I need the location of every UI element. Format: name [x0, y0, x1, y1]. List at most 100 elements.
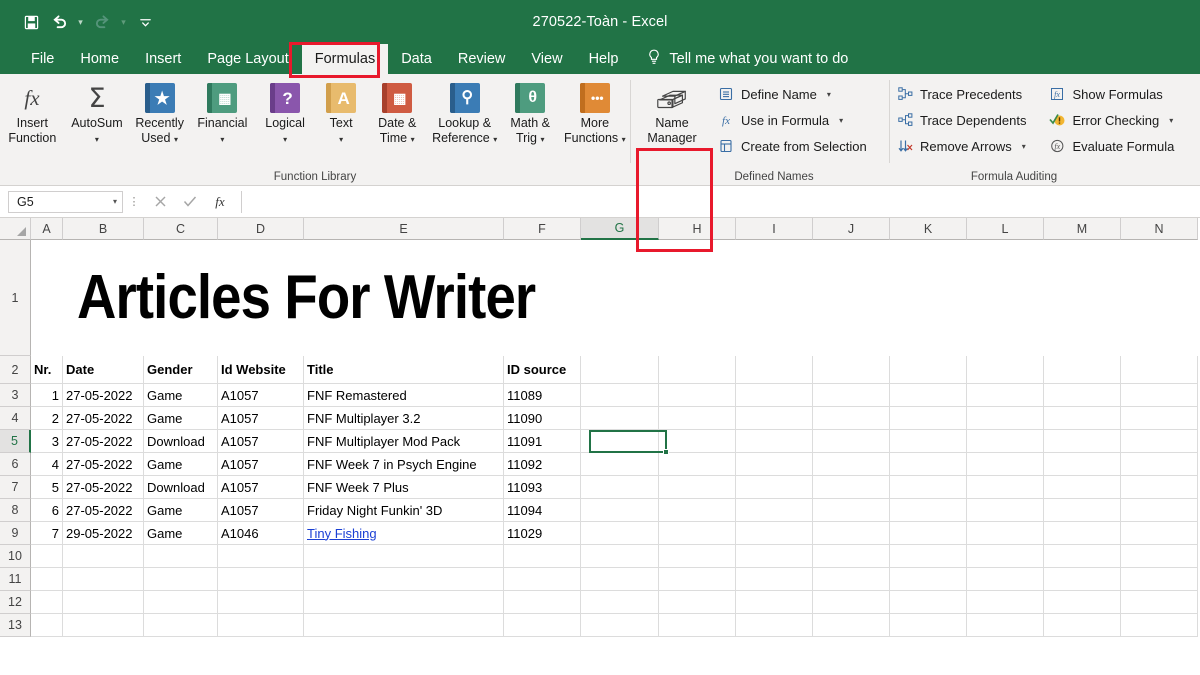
column-header-h[interactable]: H — [659, 218, 736, 240]
cell-h3[interactable] — [659, 384, 736, 407]
formula-bar-grip[interactable]: ⋮ — [123, 195, 145, 208]
column-header-j[interactable]: J — [813, 218, 890, 240]
cell-a4[interactable]: 2 — [31, 407, 63, 430]
cell-l13[interactable] — [967, 614, 1044, 637]
cell-a13[interactable] — [31, 614, 63, 637]
text-caret-icon[interactable]: ▾ — [339, 135, 343, 144]
cell-d7[interactable]: A1057 — [218, 476, 304, 499]
date-time-caret-icon[interactable]: ▾ — [411, 135, 415, 144]
cell-j4[interactable] — [813, 407, 890, 430]
column-header-d[interactable]: D — [218, 218, 304, 240]
cell-m13[interactable] — [1044, 614, 1121, 637]
column-header-e[interactable]: E — [304, 218, 504, 240]
cell-c3[interactable]: Game — [144, 384, 218, 407]
cell-l4[interactable] — [967, 407, 1044, 430]
cell-l2[interactable] — [967, 356, 1044, 384]
name-box[interactable]: G5 ▾ — [8, 190, 123, 213]
cell-f9[interactable]: 11029 — [504, 522, 581, 545]
cell-m6[interactable] — [1044, 453, 1121, 476]
cell-j13[interactable] — [813, 614, 890, 637]
use-in-formula-caret-icon[interactable]: ▾ — [839, 116, 843, 125]
cell-c6[interactable]: Game — [144, 453, 218, 476]
cell-b11[interactable] — [63, 568, 144, 591]
row-header-7[interactable]: 7 — [0, 476, 31, 499]
cell-k7[interactable] — [890, 476, 967, 499]
cell-k4[interactable] — [890, 407, 967, 430]
cell-e9[interactable]: Tiny Fishing — [304, 522, 504, 545]
cell-a3[interactable]: 1 — [31, 384, 63, 407]
date-time-button[interactable]: ▦ Date & Time ▾ — [366, 79, 429, 147]
recently-used-caret-icon[interactable]: ▾ — [174, 135, 178, 144]
cell-l6[interactable] — [967, 453, 1044, 476]
cell-l11[interactable] — [967, 568, 1044, 591]
formula-input[interactable] — [241, 190, 1200, 213]
cell-e13[interactable] — [304, 614, 504, 637]
cell-h13[interactable] — [659, 614, 736, 637]
cell-m12[interactable] — [1044, 591, 1121, 614]
cell-e10[interactable] — [304, 545, 504, 568]
cell-k5[interactable] — [890, 430, 967, 453]
trace-dependents-item[interactable]: Trace Dependents — [896, 107, 1030, 133]
cell-n12[interactable] — [1121, 591, 1198, 614]
select-all-corner[interactable] — [0, 218, 31, 240]
cell-j3[interactable] — [813, 384, 890, 407]
cell-h11[interactable] — [659, 568, 736, 591]
cell-c8[interactable]: Game — [144, 499, 218, 522]
use-in-formula-item[interactable]: fx Use in Formula ▾ — [717, 107, 871, 133]
cell-j2[interactable] — [813, 356, 890, 384]
column-header-b[interactable]: B — [63, 218, 144, 240]
cell-b7[interactable]: 27-05-2022 — [63, 476, 144, 499]
cell-b6[interactable]: 27-05-2022 — [63, 453, 144, 476]
tell-me-search[interactable]: Tell me what you want to do — [631, 44, 858, 74]
define-name-item[interactable]: Define Name ▾ — [717, 81, 871, 107]
cell-m8[interactable] — [1044, 499, 1121, 522]
cell-m3[interactable] — [1044, 384, 1121, 407]
row-header-10[interactable]: 10 — [0, 545, 31, 568]
cell-c7[interactable]: Download — [144, 476, 218, 499]
logical-caret-icon[interactable]: ▾ — [283, 135, 287, 144]
cell-h4[interactable] — [659, 407, 736, 430]
more-functions-button[interactable]: ••• More Functions ▾ — [560, 79, 630, 147]
row-header-6[interactable]: 6 — [0, 453, 31, 476]
cell-j12[interactable] — [813, 591, 890, 614]
cell-i4[interactable] — [736, 407, 813, 430]
more-functions-caret-icon[interactable]: ▾ — [622, 135, 626, 144]
cell-d6[interactable]: A1057 — [218, 453, 304, 476]
row-header-2[interactable]: 2 — [0, 356, 31, 384]
column-header-n[interactable]: N — [1121, 218, 1198, 240]
row-header-13[interactable]: 13 — [0, 614, 31, 637]
cell-a12[interactable] — [31, 591, 63, 614]
financial-button[interactable]: ▦ Financial ▾ — [191, 79, 254, 147]
cell-d11[interactable] — [218, 568, 304, 591]
row-header-9[interactable]: 9 — [0, 522, 31, 545]
cell-a5[interactable]: 3 — [31, 430, 63, 453]
create-from-selection-item[interactable]: Create from Selection — [717, 133, 871, 159]
cell-f12[interactable] — [504, 591, 581, 614]
tab-page-layout[interactable]: Page Layout — [194, 44, 301, 74]
row-header-8[interactable]: 8 — [0, 499, 31, 522]
column-header-m[interactable]: M — [1044, 218, 1121, 240]
cell-i6[interactable] — [736, 453, 813, 476]
name-box-caret-icon[interactable]: ▾ — [113, 197, 117, 206]
cell-n13[interactable] — [1121, 614, 1198, 637]
cell-d3[interactable]: A1057 — [218, 384, 304, 407]
error-checking-item[interactable]: Error Checking ▾ — [1048, 107, 1178, 133]
cell-g10[interactable] — [581, 545, 659, 568]
column-header-g[interactable]: G — [581, 218, 659, 240]
cell-f13[interactable] — [504, 614, 581, 637]
cell-b10[interactable] — [63, 545, 144, 568]
cell-n8[interactable] — [1121, 499, 1198, 522]
cell-l3[interactable] — [967, 384, 1044, 407]
tab-view[interactable]: View — [518, 44, 575, 74]
name-manager-button[interactable]: Name Manager — [635, 79, 709, 146]
cell-k2[interactable] — [890, 356, 967, 384]
undo-dropdown-caret-icon[interactable]: ▾ — [74, 9, 87, 35]
cell-h2[interactable] — [659, 356, 736, 384]
cell-g4[interactable] — [581, 407, 659, 430]
row-header-1[interactable]: 1 — [0, 240, 31, 356]
column-header-c[interactable]: C — [144, 218, 218, 240]
cell-i7[interactable] — [736, 476, 813, 499]
cell-k9[interactable] — [890, 522, 967, 545]
column-header-l[interactable]: L — [967, 218, 1044, 240]
row-header-5[interactable]: 5 — [0, 430, 31, 453]
